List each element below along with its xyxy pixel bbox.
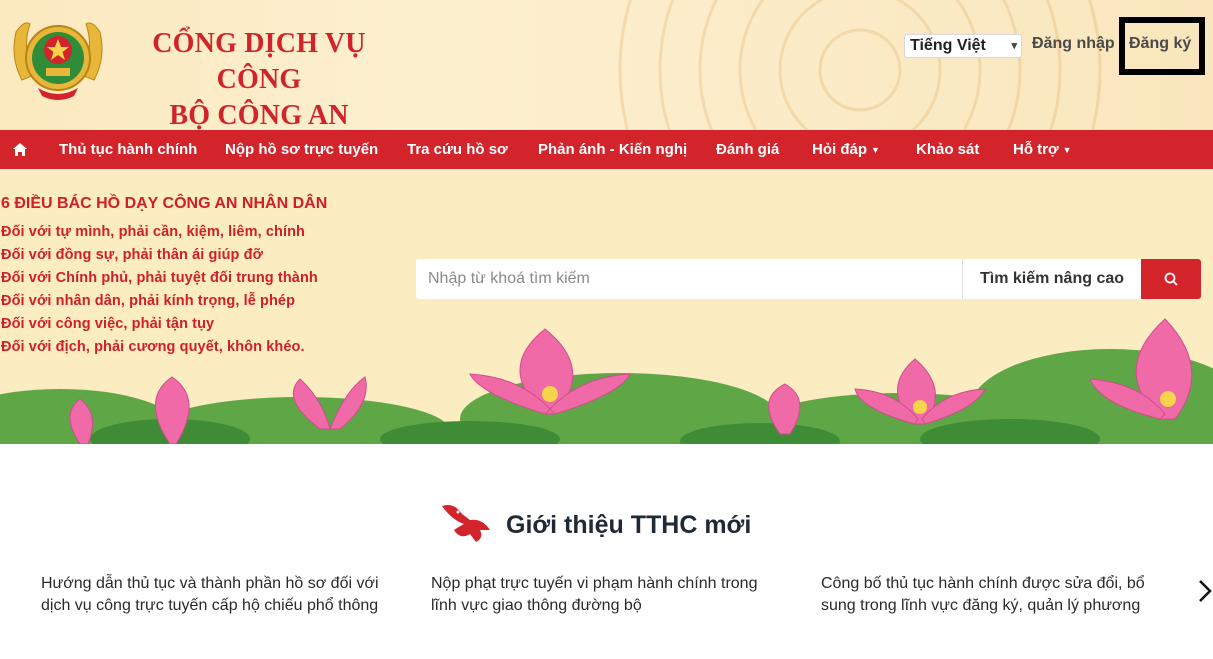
procedure-card[interactable]: Công bố thủ tục hành chính được sửa đổi,… [821, 573, 1171, 617]
teaching-line: Đối với tự mình, phải cần, kiệm, liêm, c… [1, 224, 305, 240]
register-label: Đăng ký [1129, 35, 1192, 52]
nav-item-faq-label: Hỏi đáp [812, 141, 867, 158]
caret-down-icon: ▼ [871, 144, 880, 155]
teaching-line: Đối với công việc, phải tận tụy [1, 316, 215, 332]
police-emblem-icon[interactable] [4, 10, 112, 104]
nav-item-faq[interactable]: Hỏi đáp ▼ [812, 130, 880, 169]
nav-item-submit-online[interactable]: Nộp hồ sơ trực tuyến [225, 130, 378, 169]
nav-item-survey[interactable]: Khảo sát [916, 130, 979, 169]
site-header: CỔNG DỊCH VỤ CÔNG BỘ CÔNG AN Tiếng Việt … [0, 0, 1213, 130]
caret-down-icon: ▼ [1062, 144, 1072, 155]
chevron-down-icon: ▾ [1011, 40, 1017, 52]
card-line: sung trong lĩnh vực đăng ký, quản lý phư… [821, 597, 1141, 614]
nav-item-administrative-procedures[interactable]: Thủ tục hành chính [59, 130, 197, 169]
nav-item-feedback[interactable]: Phản ánh - Kiến nghị [538, 130, 687, 169]
teaching-line: Đối với đồng sự, phải thân ái giúp đỡ [1, 247, 263, 263]
search-bar: Tìm kiếm nâng cao [416, 259, 1201, 299]
procedure-card[interactable]: Nộp phạt trực tuyến vi phạm hành chính t… [431, 573, 781, 617]
lac-bird-icon [442, 505, 490, 542]
main-nav: Thủ tục hành chính Nộp hồ sơ trực tuyến … [0, 130, 1213, 169]
language-select[interactable]: Tiếng Việt ▾ [904, 34, 1022, 58]
nav-item-support-label: Hỗ trợ [1013, 141, 1059, 158]
card-line: Nộp phạt trực tuyến vi phạm hành chính t… [431, 575, 758, 592]
language-value: Tiếng Việt [910, 37, 986, 54]
section-title: Giới thiệu TTHC mới [506, 511, 752, 539]
nav-item-rating[interactable]: Đánh giá [716, 130, 779, 169]
card-line: Công bố thủ tục hành chính được sửa đổi,… [821, 575, 1145, 592]
teaching-line: Đối với nhân dân, phải kính trọng, lễ ph… [1, 293, 296, 309]
procedure-card[interactable]: Hướng dẫn thủ tục và thành phần hồ sơ đố… [41, 573, 391, 617]
site-title-line1: CỔNG DỊCH VỤ CÔNG [152, 28, 366, 95]
site-title[interactable]: CỔNG DỊCH VỤ CÔNG BỘ CÔNG AN [114, 26, 404, 130]
nav-item-support[interactable]: Hỗ trợ ▼ [1013, 130, 1072, 169]
site-title-line2: BỘ CÔNG AN [169, 100, 349, 130]
login-link[interactable]: Đăng nhập [1032, 35, 1115, 53]
card-line: dịch vụ công trực tuyến cấp hộ chiếu phổ… [41, 597, 379, 614]
hero-banner: 6 ĐIỀU BÁC HỒ DẠY CÔNG AN NHÂN DÂN Đối v… [0, 169, 1213, 444]
search-button[interactable] [1141, 259, 1201, 299]
search-input[interactable] [416, 259, 962, 299]
nav-item-lookup[interactable]: Tra cứu hồ sơ [407, 130, 508, 169]
home-icon[interactable] [12, 142, 28, 157]
chevron-right-icon[interactable] [1196, 578, 1213, 604]
teaching-line: Đối với Chính phủ, phải tuyệt đối trung … [1, 270, 318, 286]
teachings-title: 6 ĐIỀU BÁC HỒ DẠY CÔNG AN NHÂN DÂN [1, 195, 328, 212]
search-icon [1164, 272, 1178, 286]
teaching-line: Đối với địch, phải cương quyết, khôn khé… [1, 339, 305, 355]
register-link[interactable]: Đăng ký [1119, 17, 1205, 75]
card-line: lĩnh vực giao thông đường bộ [431, 597, 642, 614]
card-line: Hướng dẫn thủ tục và thành phần hồ sơ đố… [41, 575, 379, 592]
advanced-search-button[interactable]: Tìm kiếm nâng cao [962, 259, 1141, 299]
bronze-drum-pattern [618, 0, 1102, 130]
